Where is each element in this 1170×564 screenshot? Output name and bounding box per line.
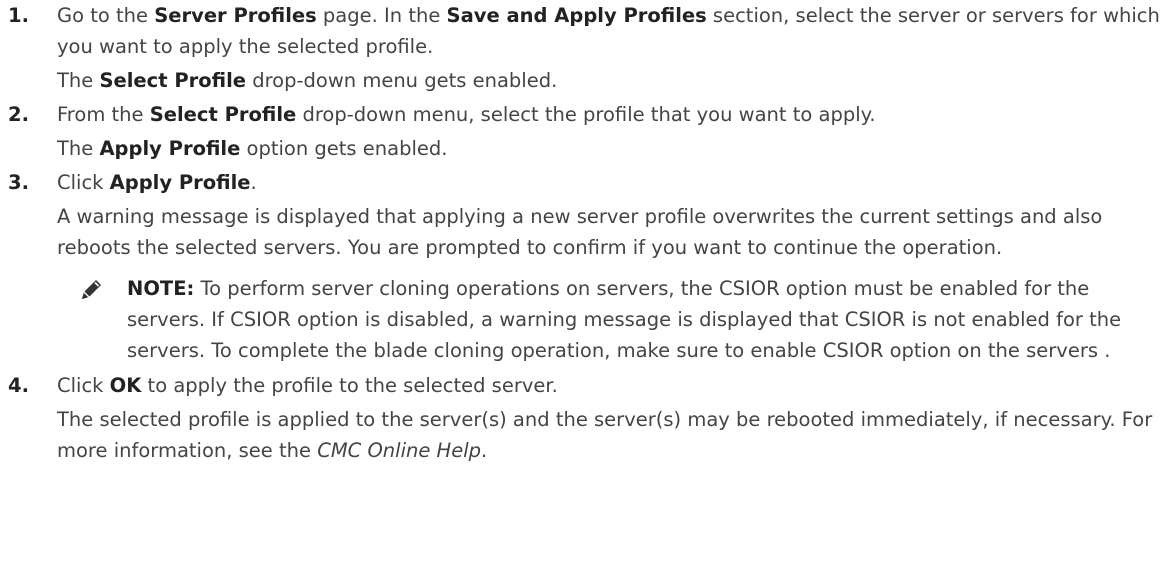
ui-term: Apply Profile — [109, 171, 251, 194]
note-pencil-icon — [82, 280, 101, 299]
ui-term: OK — [109, 374, 142, 397]
ui-term: Select Profile — [149, 103, 297, 126]
ui-term: Select Profile — [99, 69, 246, 92]
note-label: NOTE: — [127, 277, 195, 300]
step-1: 1. Go to the Server Profiles page. In th… — [8, 0, 1162, 96]
ui-term: Apply Profile — [99, 137, 241, 160]
help-reference: CMC Online Help — [317, 439, 482, 462]
note-callout: NOTE: To perform server cloning operatio… — [57, 273, 1162, 366]
note-text: NOTE: To perform server cloning operatio… — [127, 277, 1122, 362]
step-instruction: Click OK to apply the profile to the sel… — [57, 374, 558, 397]
ui-term: Save and Apply Profiles — [446, 4, 707, 27]
step-3: 3. Click Apply Profile. A warning messag… — [8, 167, 1162, 366]
step-instruction: From the Select Profile drop-down menu, … — [57, 103, 876, 126]
step-instruction: Click Apply Profile. — [57, 171, 257, 194]
step-instruction: Go to the Server Profiles page. In the S… — [57, 4, 1160, 58]
ui-term: Server Profiles — [154, 4, 317, 27]
step-result: The selected profile is applied to the s… — [57, 408, 1153, 462]
step-2: 2. From the Select Profile drop-down men… — [8, 99, 1162, 164]
step-number: 2. — [8, 103, 29, 126]
document-page: 1. Go to the Server Profiles page. In th… — [0, 0, 1170, 564]
step-result: A warning message is displayed that appl… — [57, 205, 1103, 259]
step-result: The Apply Profile option gets enabled. — [57, 137, 448, 160]
step-number: 4. — [8, 374, 29, 397]
step-number: 3. — [8, 171, 29, 194]
step-result: The Select Profile drop-down menu gets e… — [57, 69, 558, 92]
step-4: 4. Click OK to apply the profile to the … — [8, 370, 1162, 466]
step-number: 1. — [8, 4, 29, 27]
